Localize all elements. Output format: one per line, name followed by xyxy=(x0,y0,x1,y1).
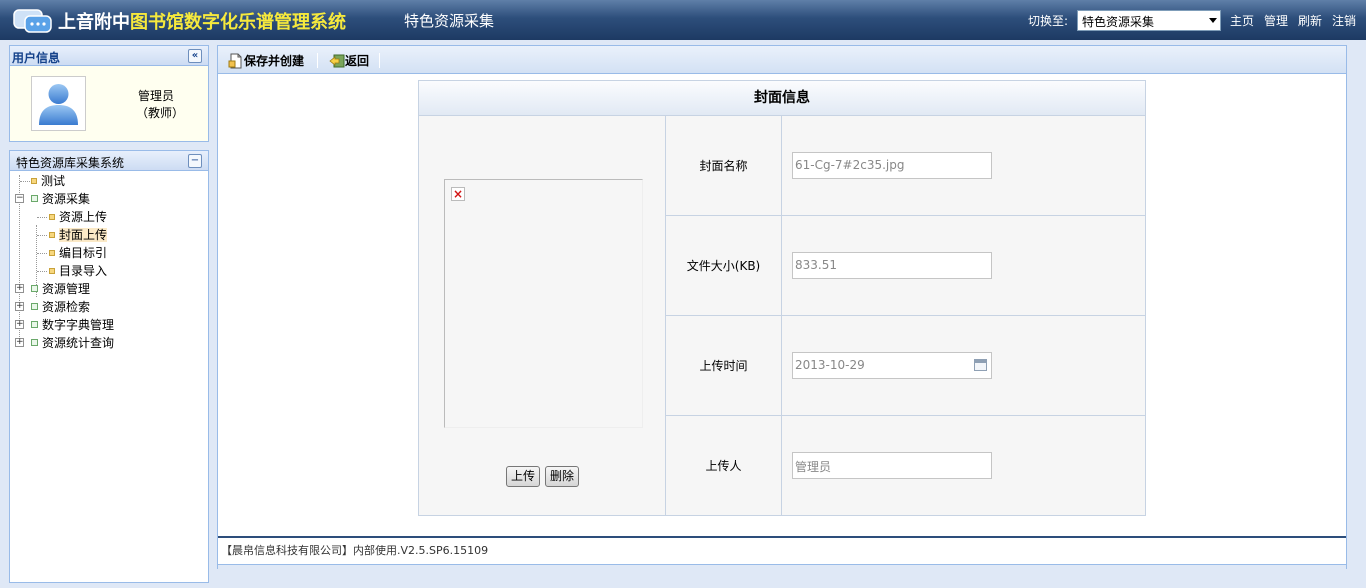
tree-item-test[interactable]: 测试 xyxy=(31,173,65,189)
tree-line xyxy=(37,253,47,254)
expand-toggle-icon[interactable]: + xyxy=(15,320,24,329)
file-size-field[interactable]: 833.51 xyxy=(792,252,992,279)
file-size-label: 文件大小(KB) xyxy=(686,259,761,273)
broken-image-icon: × xyxy=(451,187,465,201)
expand-toggle-icon[interactable]: + xyxy=(15,302,24,311)
back-label: 返回 xyxy=(345,54,370,68)
leaf-icon xyxy=(49,232,55,238)
cover-name-field[interactable]: 61-Cg-7#2c35.jpg xyxy=(792,152,992,179)
tree-item-catalog-import[interactable]: 目录导入 xyxy=(49,263,107,279)
app-title-system: 图书馆数字化乐谱管理系统 xyxy=(130,12,346,33)
tree-item-cover-upload[interactable]: 封面上传 xyxy=(49,227,108,243)
module-switch-select[interactable]: 特色资源采集 xyxy=(1077,10,1221,31)
tree-item-dictionary-manage[interactable]: 数字字典管理 xyxy=(31,317,114,333)
tree-line xyxy=(20,181,30,182)
logout-link[interactable]: 注销 xyxy=(1332,12,1356,29)
collapse-left-icon[interactable]: « xyxy=(188,49,202,63)
leaf-icon xyxy=(49,250,55,256)
nav-tree: 测试 − 资源采集 资源上传 封面上传 编目标引 目录导入 + 资源管理 + 资… xyxy=(10,171,208,571)
user-info-panel: 用户信息 « 管理员 （教师） xyxy=(9,45,209,142)
field-row-upload-time: 上传时间 2013-10-29 xyxy=(666,316,1146,416)
field-row-file-size: 文件大小(KB) 833.51 xyxy=(666,216,1146,316)
upload-time-value: 2013-10-29 xyxy=(795,358,865,372)
module-title: 特色资源采集 xyxy=(404,12,495,30)
back-icon xyxy=(329,54,345,67)
chat-bubble-logo-icon xyxy=(13,7,53,35)
user-info-header: 用户信息 « xyxy=(10,46,208,66)
toolbar-separator xyxy=(317,53,318,68)
switch-label: 切换至: xyxy=(1028,14,1069,28)
main-panel: 保存并创建 返回 封面信息 × 上传 删除 封面名称 61-Cg-7#2c35.… xyxy=(217,45,1347,569)
new-document-icon xyxy=(228,53,242,68)
tree-line xyxy=(37,235,47,236)
save-and-create-button[interactable]: 保存并创建 xyxy=(228,52,304,69)
footer-copyright: 【晨帛信息科技有限公司】内部使用.V2.5.SP6.15109 xyxy=(221,544,489,557)
nav-tree-panel: 特色资源库采集系统 − 测试 − 资源采集 资源上传 封面上传 编目标引 目录导… xyxy=(9,150,209,583)
module-switch-value: 特色资源采集 xyxy=(1082,15,1155,29)
expand-toggle-icon[interactable]: + xyxy=(15,284,24,293)
back-button[interactable]: 返回 xyxy=(329,52,369,69)
upload-time-field[interactable]: 2013-10-29 xyxy=(792,352,992,379)
nav-tree-title: 特色资源库采集系统 xyxy=(16,156,125,170)
home-link[interactable]: 主页 xyxy=(1230,12,1254,29)
expand-toggle-icon[interactable]: + xyxy=(15,338,24,347)
app-title: 上音附中图书馆数字化乐谱管理系统 xyxy=(58,8,346,34)
user-name: 管理员 xyxy=(138,89,175,103)
tree-item-resource-collect[interactable]: 资源采集 xyxy=(31,191,90,207)
folder-icon xyxy=(31,339,38,346)
toolbar: 保存并创建 返回 xyxy=(218,46,1346,74)
folder-icon xyxy=(31,321,38,328)
manage-link[interactable]: 管理 xyxy=(1264,12,1288,29)
folder-icon xyxy=(31,285,38,292)
form-title: 封面信息 xyxy=(419,81,1145,116)
user-role: （教师） xyxy=(136,106,185,120)
calendar-icon[interactable] xyxy=(974,359,987,371)
user-info-body: 管理员 （教师） xyxy=(10,66,208,141)
tree-item-statistics[interactable]: 资源统计查询 xyxy=(31,335,114,351)
cover-name-label: 封面名称 xyxy=(699,159,748,173)
tree-item-resource-upload[interactable]: 资源上传 xyxy=(49,209,107,225)
leaf-icon xyxy=(49,268,55,274)
tree-item-resource-manage[interactable]: 资源管理 xyxy=(31,281,90,297)
dropdown-arrow-icon xyxy=(1209,18,1217,23)
folder-icon xyxy=(31,303,38,310)
nav-tree-header: 特色资源库采集系统 − xyxy=(10,151,208,171)
app-header: 上音附中图书馆数字化乐谱管理系统 特色资源采集 切换至: 特色资源采集 主页 管… xyxy=(0,0,1366,40)
upload-button[interactable]: 上传 xyxy=(506,466,541,487)
toolbar-separator xyxy=(379,53,380,68)
footer-strip xyxy=(218,564,1346,569)
app-title-school: 上音附中 xyxy=(58,12,130,33)
user-info-title: 用户信息 xyxy=(12,51,61,65)
cover-info-form: 封面信息 × 上传 删除 封面名称 61-Cg-7#2c35.jpg 文件大小(… xyxy=(418,80,1146,516)
collapse-toggle-icon[interactable]: − xyxy=(15,194,24,203)
leaf-icon xyxy=(31,178,37,184)
footer: 【晨帛信息科技有限公司】内部使用.V2.5.SP6.15109 xyxy=(218,536,1346,564)
cover-image-cell: × 上传 删除 xyxy=(419,116,666,516)
refresh-link[interactable]: 刷新 xyxy=(1298,12,1322,29)
cover-image-preview: × xyxy=(444,179,643,428)
uploader-label: 上传人 xyxy=(705,459,742,473)
field-row-cover-name: 封面名称 61-Cg-7#2c35.jpg xyxy=(666,116,1146,216)
delete-button[interactable]: 删除 xyxy=(545,466,580,487)
save-and-create-label: 保存并创建 xyxy=(244,54,305,68)
field-row-uploader: 上传人 管理员 xyxy=(666,416,1146,516)
collapse-minus-icon[interactable]: − xyxy=(188,154,202,168)
folder-icon xyxy=(31,195,38,202)
tree-item-resource-search[interactable]: 资源检索 xyxy=(31,299,90,315)
upload-time-label: 上传时间 xyxy=(699,359,748,373)
tree-item-catalog-index[interactable]: 编目标引 xyxy=(49,245,107,261)
tree-line xyxy=(37,271,47,272)
tree-line xyxy=(37,217,47,218)
uploader-field[interactable]: 管理员 xyxy=(792,452,992,479)
avatar xyxy=(31,76,86,131)
leaf-icon xyxy=(49,214,55,220)
